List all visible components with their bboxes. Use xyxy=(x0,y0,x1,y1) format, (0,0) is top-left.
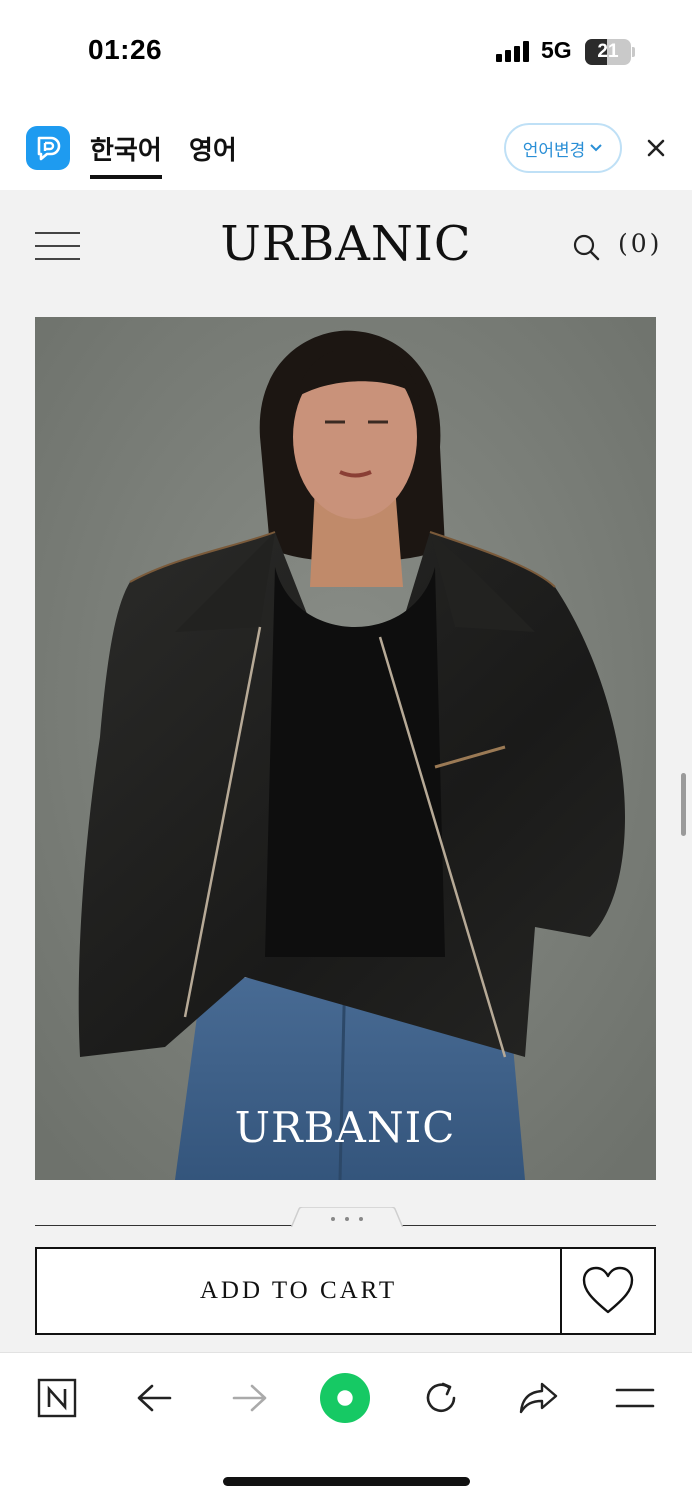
naver-home-icon[interactable] xyxy=(32,1373,82,1423)
forward-arrow-icon[interactable] xyxy=(225,1373,275,1423)
back-arrow-icon[interactable] xyxy=(129,1373,179,1423)
share-icon[interactable] xyxy=(513,1373,563,1423)
translate-bar: 한국어 영어 언어변경 xyxy=(0,100,692,190)
status-bar: 01:26 5G 21 xyxy=(0,0,692,100)
network-type: 5G xyxy=(541,37,572,63)
signal-strength-icon xyxy=(496,40,532,62)
papago-translate-icon[interactable] xyxy=(26,126,70,170)
browser-toolbar xyxy=(0,1352,692,1500)
battery-icon: 21 xyxy=(585,39,631,65)
home-indicator[interactable] xyxy=(223,1477,470,1486)
page-scrollbar[interactable] xyxy=(681,773,686,836)
active-tab-underline xyxy=(90,175,162,179)
hero-product-image[interactable]: URBANIC xyxy=(35,317,656,1180)
tab-english[interactable]: 영어 xyxy=(189,130,237,167)
search-icon[interactable] xyxy=(571,232,601,262)
add-to-cart-button[interactable]: ADD TO CART xyxy=(35,1247,562,1335)
battery-tip xyxy=(632,47,635,57)
cart-count[interactable]: (0) xyxy=(618,229,662,258)
reload-icon[interactable] xyxy=(416,1373,466,1423)
green-dot-icon[interactable] xyxy=(320,1373,370,1423)
change-language-label: 언어변경 xyxy=(522,140,586,161)
drawer-handle-dots xyxy=(331,1217,363,1221)
divider-left xyxy=(35,1225,293,1226)
tab-korean[interactable]: 한국어 xyxy=(90,130,162,167)
web-page: URBANIC (0) URBANIC ADD TO CART xyxy=(0,190,692,1352)
divider-right xyxy=(401,1225,656,1226)
close-icon[interactable] xyxy=(640,132,672,164)
hero-brand-text: URBANIC xyxy=(235,1103,456,1152)
status-time: 01:26 xyxy=(88,34,163,65)
hamburger-menu-icon[interactable] xyxy=(35,232,80,260)
purchase-panel: ADD TO CART xyxy=(0,1227,692,1352)
site-logo-text[interactable]: URBANIC xyxy=(220,216,471,272)
battery-level: 21 xyxy=(597,41,619,62)
change-language-button[interactable]: 언어변경 xyxy=(504,123,622,173)
menu-icon[interactable] xyxy=(610,1373,660,1423)
wishlist-heart-icon[interactable] xyxy=(560,1247,656,1335)
chevron-down-icon xyxy=(590,144,602,152)
